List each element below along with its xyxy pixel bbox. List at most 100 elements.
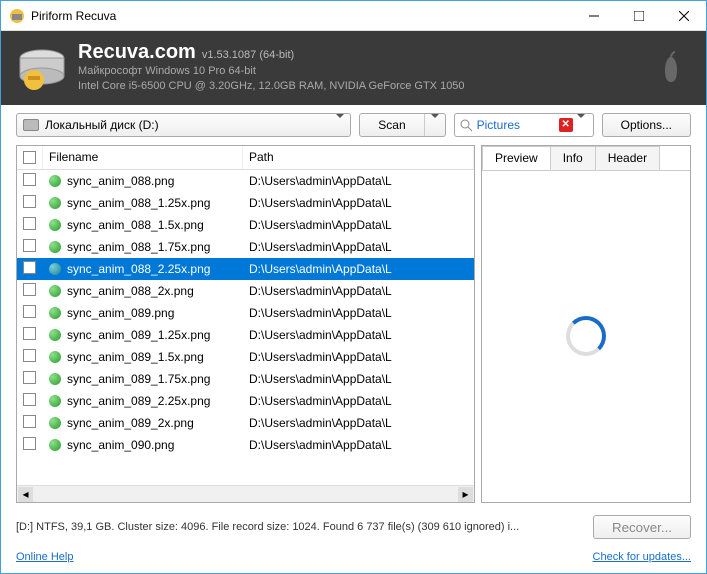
horizontal-scrollbar[interactable]: ◂ ▸ xyxy=(17,485,474,502)
file-path: D:\Users\admin\AppData\L xyxy=(243,416,474,430)
table-row[interactable]: sync_anim_088_2x.png D:\Users\admin\AppDa… xyxy=(17,280,474,302)
table-row[interactable]: sync_anim_089_1.25x.png D:\Users\admin\Ap… xyxy=(17,324,474,346)
file-path: D:\Users\admin\AppData\L xyxy=(243,262,474,276)
tab-preview[interactable]: Preview xyxy=(482,146,551,170)
file-name: sync_anim_090.png xyxy=(67,438,174,452)
scan-label[interactable]: Scan xyxy=(360,114,424,136)
minimize-button[interactable] xyxy=(571,1,616,31)
tab-header[interactable]: Header xyxy=(595,146,660,170)
file-name: sync_anim_089.png xyxy=(67,306,174,320)
status-dot-icon xyxy=(49,417,61,429)
file-name: sync_anim_088.png xyxy=(67,174,174,188)
check-updates-link[interactable]: Check for updates... xyxy=(593,551,691,563)
file-path: D:\Users\admin\AppData\L xyxy=(243,306,474,320)
table-row[interactable]: sync_anim_088_1.75x.png D:\Users\admin\Ap… xyxy=(17,236,474,258)
header-checkbox[interactable] xyxy=(17,146,43,169)
row-checkbox[interactable] xyxy=(17,305,43,321)
status-dot-icon xyxy=(49,263,61,275)
filter-box[interactable]: Pictures ✕ xyxy=(454,113,594,137)
os-info: Майкрософт Windows 10 Pro 64-bit xyxy=(78,64,651,79)
file-name: sync_anim_088_2x.png xyxy=(67,284,194,298)
scroll-left-icon[interactable]: ◂ xyxy=(18,487,33,502)
drive-icon xyxy=(23,119,39,131)
file-path: D:\Users\admin\AppData\L xyxy=(243,438,474,452)
row-checkbox[interactable] xyxy=(17,217,43,233)
row-checkbox[interactable] xyxy=(17,327,43,343)
drive-selector[interactable]: Локальный диск (D:) xyxy=(16,113,351,137)
table-row[interactable]: sync_anim_088_1.5x.png D:\Users\admin\App… xyxy=(17,214,474,236)
status-dot-icon xyxy=(49,219,61,231)
table-row[interactable]: sync_anim_089_2x.png D:\Users\admin\AppDa… xyxy=(17,412,474,434)
table-row[interactable]: sync_anim_088_1.25x.pngD:\Users\admin\Ap… xyxy=(17,192,474,214)
table-row[interactable]: sync_anim_088_2.25x.png D:\Users\admin\Ap… xyxy=(17,258,474,280)
window-title: Piriform Recuva xyxy=(31,9,571,23)
file-name: sync_anim_089_1.25x.png xyxy=(67,328,210,342)
table-row[interactable]: sync_anim_089_2.25x.pngD:\Users\admin\Ap… xyxy=(17,390,474,412)
scroll-right-icon[interactable]: ▸ xyxy=(458,487,473,502)
preview-body xyxy=(482,170,690,502)
brand-name: Recuva xyxy=(78,41,149,63)
row-checkbox[interactable] xyxy=(17,371,43,387)
close-button[interactable] xyxy=(661,1,706,31)
scan-dropdown[interactable] xyxy=(425,118,445,132)
titlebar: Piriform Recuva xyxy=(1,1,706,31)
row-checkbox[interactable] xyxy=(17,349,43,365)
file-name: sync_anim_088_1.5x.png xyxy=(67,218,204,232)
header-filename[interactable]: Filename xyxy=(43,146,243,169)
table-row[interactable]: sync_anim_090.png D:\Users\admin\AppData\… xyxy=(17,434,474,456)
status-dot-icon xyxy=(49,197,61,209)
row-checkbox[interactable] xyxy=(17,195,43,211)
row-checkbox[interactable] xyxy=(17,261,43,277)
table-row[interactable]: sync_anim_089.png D:\Users\admin\AppData\… xyxy=(17,302,474,324)
brand-suffix: .com xyxy=(149,41,196,63)
file-path: D:\Users\admin\AppData\L xyxy=(243,284,474,298)
file-name: sync_anim_089_1.5x.png xyxy=(67,350,204,364)
file-name: sync_anim_089_1.75x.png xyxy=(67,372,210,386)
online-help-link[interactable]: Online Help xyxy=(16,551,73,563)
status-dot-icon xyxy=(49,241,61,253)
file-path: D:\Users\admin\AppData\L xyxy=(243,174,474,188)
row-checkbox[interactable] xyxy=(17,437,43,453)
maximize-button[interactable] xyxy=(616,1,661,31)
hw-info: Intel Core i5-6500 CPU @ 3.20GHz, 12.0GB… xyxy=(78,79,651,94)
preview-panel: Preview Info Header xyxy=(481,145,691,503)
file-name: sync_anim_088_1.25x.png xyxy=(67,196,210,210)
status-dot-icon xyxy=(49,395,61,407)
file-path: D:\Users\admin\AppData\L xyxy=(243,240,474,254)
row-checkbox[interactable] xyxy=(17,415,43,431)
file-path: D:\Users\admin\AppData\L xyxy=(243,218,474,232)
loading-spinner-icon xyxy=(566,316,606,356)
table-row[interactable]: sync_anim_089_1.75x.pngD:\Users\admin\Ap… xyxy=(17,368,474,390)
file-name: sync_anim_088_1.75x.png xyxy=(67,240,210,254)
app-icon xyxy=(9,8,25,24)
file-path: D:\Users\admin\AppData\L xyxy=(243,328,474,342)
options-button[interactable]: Options... xyxy=(602,113,691,137)
clear-filter-icon[interactable]: ✕ xyxy=(559,118,573,132)
file-path: D:\Users\admin\AppData\L xyxy=(243,350,474,364)
recover-button[interactable]: Recover... xyxy=(593,515,691,539)
table-row[interactable]: sync_anim_088.png D:\Users\admin\AppData\… xyxy=(17,170,474,192)
drive-label: Локальный диск (D:) xyxy=(45,118,159,132)
app-window: Piriform Recuva Recuva.comv1.53.1087 (64… xyxy=(0,0,707,574)
tab-info[interactable]: Info xyxy=(550,146,596,170)
row-checkbox[interactable] xyxy=(17,393,43,409)
status-dot-icon xyxy=(49,373,61,385)
status-dot-icon xyxy=(49,285,61,297)
chevron-down-icon xyxy=(431,114,439,132)
scan-button[interactable]: Scan xyxy=(359,113,445,137)
file-name: sync_anim_089_2x.png xyxy=(67,416,194,430)
row-checkbox[interactable] xyxy=(17,283,43,299)
filter-value: Pictures xyxy=(473,118,559,132)
row-checkbox[interactable] xyxy=(17,173,43,189)
row-checkbox[interactable] xyxy=(17,239,43,255)
header-path[interactable]: Path xyxy=(243,146,474,169)
chevron-down-icon xyxy=(577,114,585,132)
file-path: D:\Users\admin\AppData\L xyxy=(243,394,474,408)
table-row[interactable]: sync_anim_089_1.5x.png D:\Users\admin\App… xyxy=(17,346,474,368)
file-name: sync_anim_088_2.25x.png xyxy=(67,262,210,276)
search-icon xyxy=(459,118,473,132)
filter-dropdown[interactable] xyxy=(573,118,589,132)
chevron-down-icon xyxy=(336,114,344,132)
status-dot-icon xyxy=(49,307,61,319)
status-message: [D:] NTFS, 39,1 GB. Cluster size: 4096. … xyxy=(16,521,583,533)
